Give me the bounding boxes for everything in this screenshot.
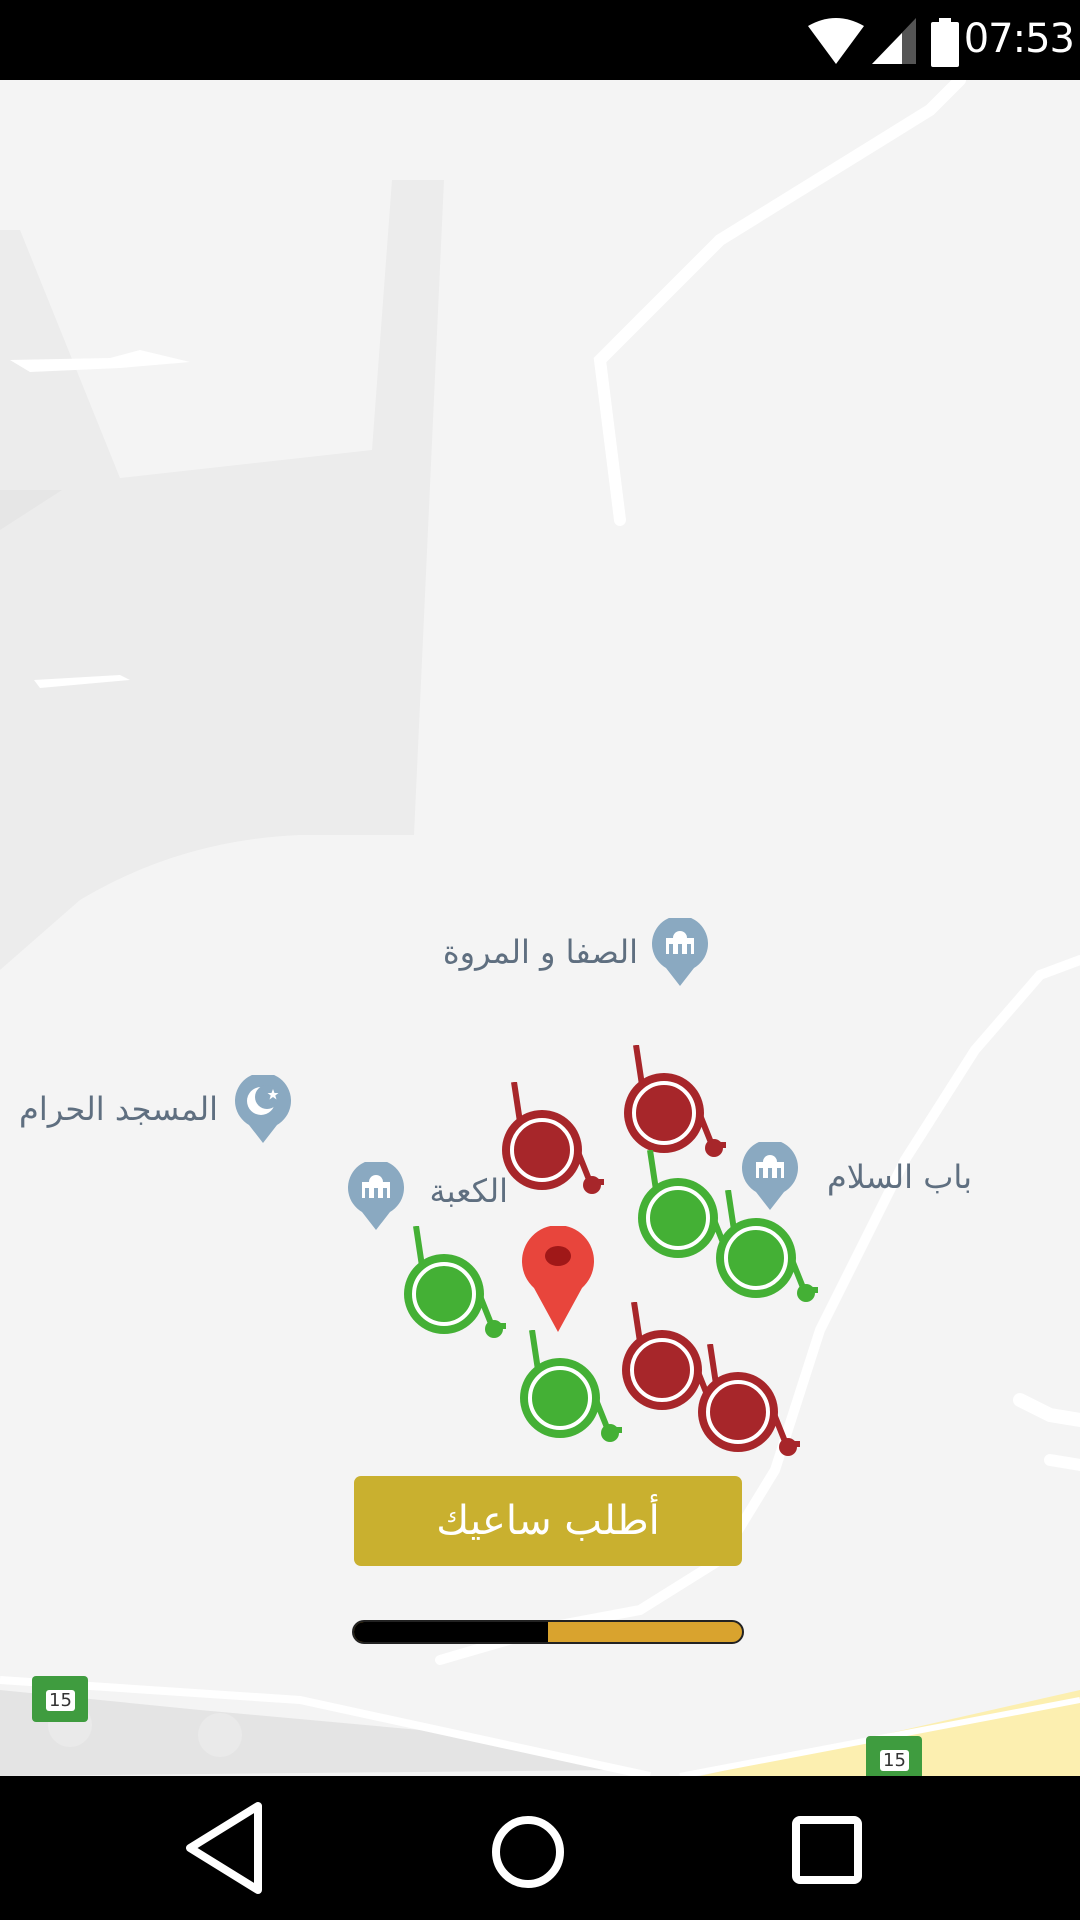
progress-bar — [352, 1620, 744, 1644]
request-assistant-button[interactable]: أطلب ساعيك — [354, 1476, 742, 1566]
label-safa-marwa[interactable]: الصفا و المروة — [443, 933, 638, 971]
wifi-icon — [808, 18, 864, 64]
crescent-poi-icon[interactable] — [235, 1075, 291, 1143]
navigation-bar — [0, 1776, 1080, 1920]
cellular-signal-icon — [872, 18, 916, 64]
label-masjid-haram[interactable]: المسجد الحرام — [19, 1090, 218, 1128]
wheelchair-busy-icon[interactable] — [500, 1082, 620, 1232]
battery-icon — [931, 18, 959, 67]
status-bar: 07:53 — [0, 0, 1080, 80]
mosque-poi-icon-kaaba[interactable] — [348, 1162, 404, 1230]
recents-icon[interactable] — [768, 1798, 888, 1898]
wheelchair-available-icon[interactable] — [402, 1226, 522, 1376]
wheelchair-busy-icon[interactable] — [696, 1344, 816, 1494]
clock-time: 07:53 — [963, 16, 1075, 62]
label-bab-salam[interactable]: باب السلام — [827, 1158, 972, 1196]
route-number: 15 — [880, 1750, 909, 1771]
home-icon[interactable] — [468, 1798, 588, 1898]
route-shield-icon: 15 — [866, 1736, 922, 1776]
mosque-poi-icon-safa[interactable] — [652, 918, 708, 986]
progress-fill — [354, 1622, 548, 1642]
back-icon[interactable] — [176, 1798, 296, 1898]
label-kaaba[interactable]: الكعبة — [429, 1172, 508, 1210]
route-number: 15 — [46, 1690, 75, 1711]
route-shield-icon: 15 — [32, 1676, 88, 1722]
location-pin-icon[interactable] — [520, 1226, 596, 1332]
